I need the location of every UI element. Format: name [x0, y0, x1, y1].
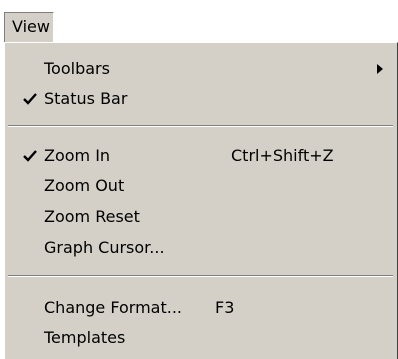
- checkmark-icon: [23, 141, 41, 171]
- menu-separator: [8, 275, 393, 277]
- menu-item-zoom-in[interactable]: Zoom In Ctrl+Shift+Z: [5, 141, 397, 171]
- menu-item-label: Templates: [44, 328, 126, 347]
- view-dropdown-menu: Toolbars Status Bar Zoom In Ctrl+Shift+Z…: [4, 42, 398, 359]
- checkmark-icon: [23, 84, 41, 114]
- menu-item-status-bar[interactable]: Status Bar: [5, 84, 397, 114]
- menu-separator: [8, 125, 393, 127]
- menubar: View: [0, 0, 398, 45]
- menu-item-zoom-reset[interactable]: Zoom Reset: [5, 202, 397, 232]
- menu-item-graph-cursor[interactable]: Graph Cursor...: [5, 233, 397, 263]
- menu-item-shortcut: Ctrl+Shift+Z: [231, 146, 334, 165]
- chevron-right-icon: [377, 54, 385, 84]
- menu-item-label: Toolbars: [44, 59, 110, 78]
- menu-item-shortcut: F3: [215, 298, 235, 317]
- menu-item-change-format[interactable]: Change Format... F3: [5, 293, 397, 323]
- menu-item-zoom-out[interactable]: Zoom Out: [5, 171, 397, 201]
- menu-item-label: Change Format...: [44, 298, 182, 317]
- menu-item-label: Zoom Out: [44, 176, 125, 195]
- menu-item-label: Zoom In: [44, 146, 111, 165]
- menu-item-templates[interactable]: Templates: [5, 323, 397, 353]
- menu-item-label: Graph Cursor...: [44, 238, 165, 257]
- view-menu-title[interactable]: View: [4, 12, 54, 42]
- menu-item-label: Status Bar: [44, 89, 128, 108]
- menu-item-toolbars[interactable]: Toolbars: [5, 54, 397, 84]
- menu-item-label: Zoom Reset: [44, 207, 140, 226]
